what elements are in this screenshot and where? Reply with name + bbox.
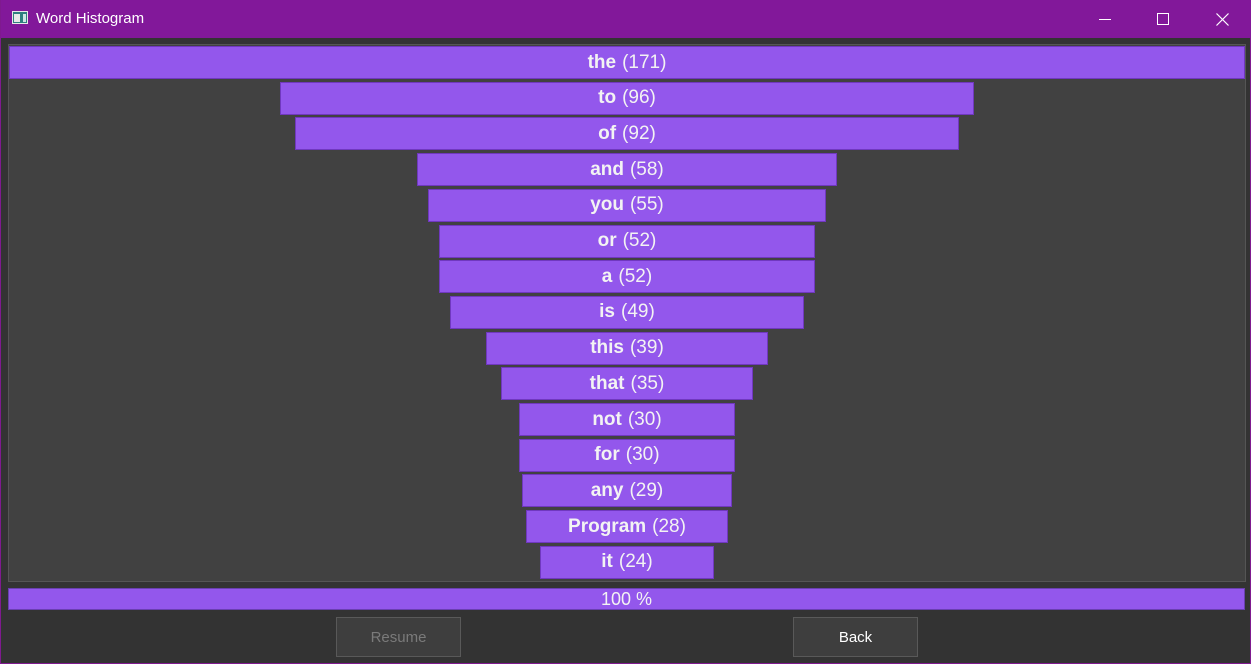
close-icon: [1215, 12, 1229, 26]
bar-word-label: that: [589, 372, 625, 394]
histogram-bar: not (30): [518, 403, 736, 436]
back-button[interactable]: Back: [793, 617, 918, 657]
bar-count-label: (92): [622, 122, 656, 144]
histogram-bar: for (30): [518, 438, 736, 472]
bar-count-label: (24): [618, 551, 653, 573]
bar-word-label: this: [590, 337, 624, 359]
bar-word-label: not: [592, 408, 622, 430]
bar-word-label: you: [590, 194, 624, 216]
bar-count-label: (30): [627, 408, 662, 430]
bar-count-label: (55): [629, 194, 664, 216]
bar-word-label: any: [590, 479, 624, 501]
histogram-bar: a (52): [439, 260, 815, 294]
histogram-bar: is (49): [449, 295, 805, 329]
histogram-bar: you (55): [428, 188, 826, 222]
histogram-bar: the (171): [9, 46, 1245, 79]
bar-count-label: (171): [622, 51, 667, 73]
bar-count-label: (30): [625, 444, 660, 466]
maximize-icon: [1157, 13, 1169, 25]
bar-count-label: (52): [618, 265, 653, 287]
histogram-bar: it (24): [540, 545, 714, 579]
bar-word-label: the: [587, 51, 617, 73]
bar-word-label: to: [598, 87, 617, 109]
bar-word-label: it: [601, 551, 613, 573]
bar-word-label: Program: [568, 515, 647, 537]
bar-count-label: (39): [629, 337, 664, 359]
histogram-bar: that (35): [500, 367, 754, 401]
bar-word-label: is: [599, 301, 616, 323]
maximize-button[interactable]: [1134, 0, 1192, 38]
histogram-bar: any (29): [522, 474, 732, 508]
bar-word-label: and: [590, 158, 624, 180]
histogram-bar: and (58): [417, 153, 837, 187]
close-button[interactable]: [1193, 0, 1251, 38]
app-window: Word Histogram the (171) to (96) of (92) and (5…: [0, 0, 1251, 664]
bar-count-label: (28): [652, 515, 686, 537]
bar-word-label: for: [594, 444, 620, 466]
resume-button[interactable]: Resume: [336, 617, 461, 657]
minimize-icon: [1099, 19, 1111, 20]
progress-label: 100 %: [600, 588, 653, 609]
bar-count-label: (52): [622, 230, 657, 251]
bar-word-label: of: [598, 122, 617, 144]
bar-count-label: (58): [629, 158, 664, 180]
bar-count-label: (29): [629, 479, 664, 501]
histogram-bar: to (96): [280, 81, 974, 115]
bar-count-label: (96): [622, 87, 656, 109]
histogram-bar: this (39): [486, 331, 768, 365]
minimize-button[interactable]: [1076, 0, 1134, 38]
window-app-icon: [12, 11, 28, 24]
window-title: Word Histogram: [36, 10, 145, 27]
histogram-bar: Program (28): [525, 510, 729, 544]
bar-count-label: (49): [621, 301, 655, 323]
bar-word-label: or: [597, 230, 617, 251]
progress-bar: 100 %: [8, 588, 1245, 610]
bar-word-label: a: [601, 265, 613, 287]
histogram-chart: the (171) to (96) of (92) and (58) you (55) or (52)…: [8, 44, 1246, 582]
title-bar[interactable]: Word Histogram: [1, 0, 1251, 38]
histogram-bar: or (52): [439, 224, 815, 258]
histogram-bar: of (92): [294, 117, 960, 151]
bar-count-label: (35): [630, 372, 665, 394]
